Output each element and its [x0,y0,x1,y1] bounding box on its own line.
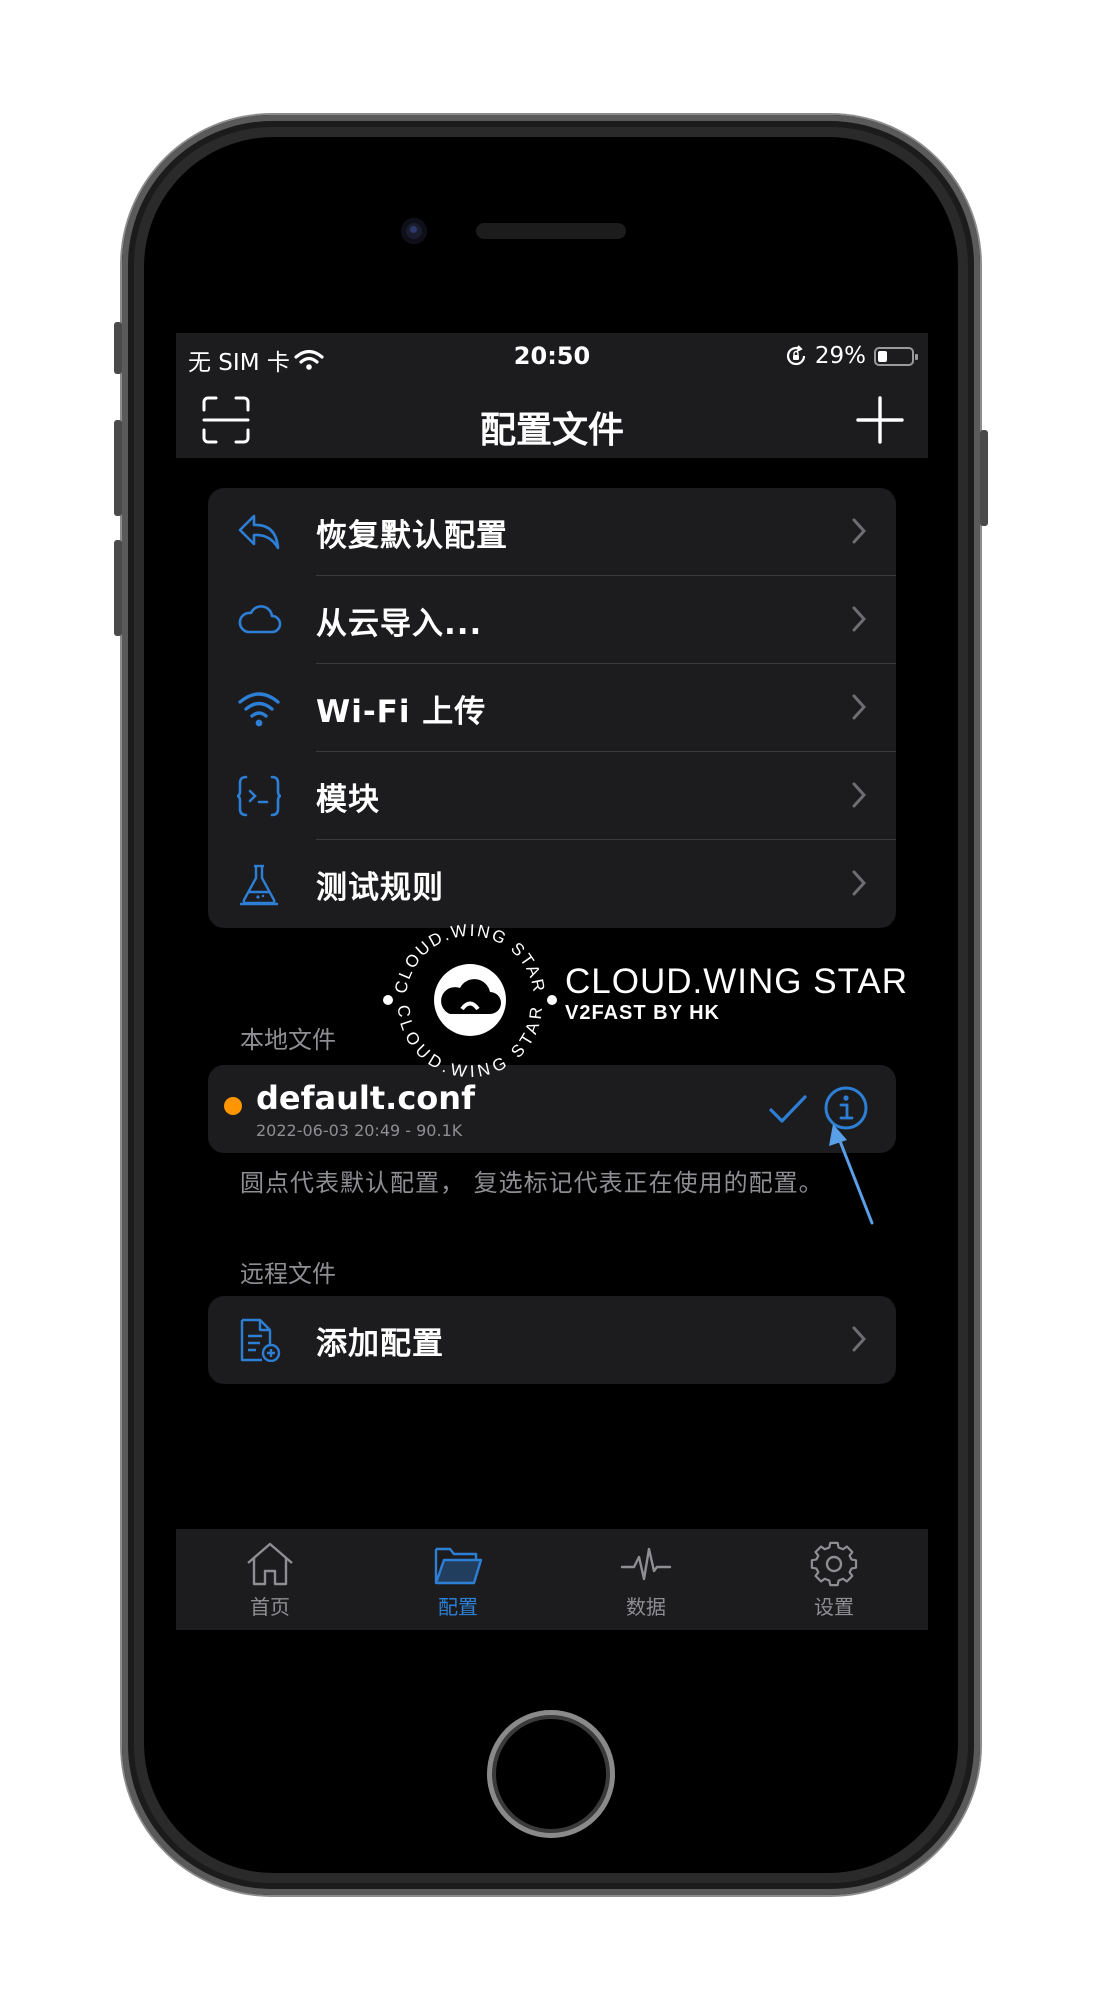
menu-item-modules[interactable]: 模块 [208,752,896,840]
default-indicator-dot [224,1097,242,1115]
mute-switch [114,322,122,374]
menu-item-wifi-upload[interactable]: Wi-Fi 上传 [208,664,896,752]
local-files-header: 本地文件 [240,1026,336,1054]
menu-item-restore-default[interactable]: 恢复默认配置 [208,488,896,576]
tab-config[interactable]: 配置 [364,1529,552,1630]
plus-icon[interactable] [854,394,906,446]
battery-icon [874,346,918,366]
wifi-icon [238,692,280,727]
tab-label: 首页 [250,1595,290,1619]
volume-down-button [114,540,122,636]
home-icon [247,1542,293,1586]
navigation-bar: 配置文件 [176,383,928,458]
power-button [980,430,988,526]
status-bar: 无 SIM 卡 20:50 29% [176,333,928,383]
add-config-row[interactable]: 添加配置 [208,1296,896,1384]
chevron-right-icon [852,606,866,632]
checkmark-icon [769,1095,807,1123]
cloud-icon [238,605,282,634]
legend-footnote: 圆点代表默认配置， 复选标记代表正在使用的配置。 [240,1169,824,1197]
chevron-right-icon [852,870,866,896]
menu-item-label: 测试规则 [316,869,444,906]
add-config-label: 添加配置 [316,1325,444,1362]
chevron-right-icon [852,694,866,720]
earpiece-speaker [476,223,626,239]
orientation-lock-icon [786,345,805,366]
menu-item-label: 从云导入... [316,605,483,642]
menu-item-label: 恢复默认配置 [316,517,508,554]
tab-label: 设置 [814,1595,854,1619]
restore-icon [238,514,280,550]
add-document-icon [240,1318,281,1362]
tab-bar: 首页 配置 数据 设置 [176,1529,928,1630]
activity-icon [620,1547,672,1581]
battery-percent: 29% [814,343,866,369]
tab-home[interactable]: 首页 [176,1529,364,1630]
watermark-brand: CLOUD.WING STAR [565,962,908,1001]
volume-up-button [114,420,122,516]
menu-item-import-from-cloud[interactable]: 从云导入... [208,576,896,664]
status-right: 29% [785,343,918,369]
page-title: 配置文件 [479,410,624,451]
watermark-badge: CLOUD.WING STAR CLOUD.WING STAR [383,921,557,1081]
chevron-right-icon [852,782,866,808]
tab-label: 配置 [438,1595,478,1619]
menu-item-label: 模块 [316,781,380,818]
gear-icon [810,1541,858,1587]
annotation-arrow [829,1124,874,1225]
flask-icon [240,864,278,906]
tab-data[interactable]: 数据 [552,1529,740,1630]
remote-files-header: 远程文件 [240,1260,336,1288]
chevron-right-icon [852,518,866,544]
home-button[interactable] [487,1710,615,1838]
actions-group: 恢复默认配置 从云导入... Wi-Fi 上传 模块 测试规则 [208,488,896,928]
module-braces-icon [236,775,282,817]
watermark-sub: V2FAST BY HK [565,1002,720,1024]
file-meta: 2022-06-03 20:49 - 90.1K [256,1121,463,1140]
tab-settings[interactable]: 设置 [740,1529,928,1630]
chevron-right-icon [852,1326,866,1352]
front-camera [401,218,427,244]
battery-fill [878,350,887,362]
menu-item-label: Wi-Fi 上传 [316,693,487,730]
folder-icon [434,1547,483,1585]
remote-group: 添加配置 [208,1296,896,1384]
tab-label: 数据 [626,1595,666,1619]
